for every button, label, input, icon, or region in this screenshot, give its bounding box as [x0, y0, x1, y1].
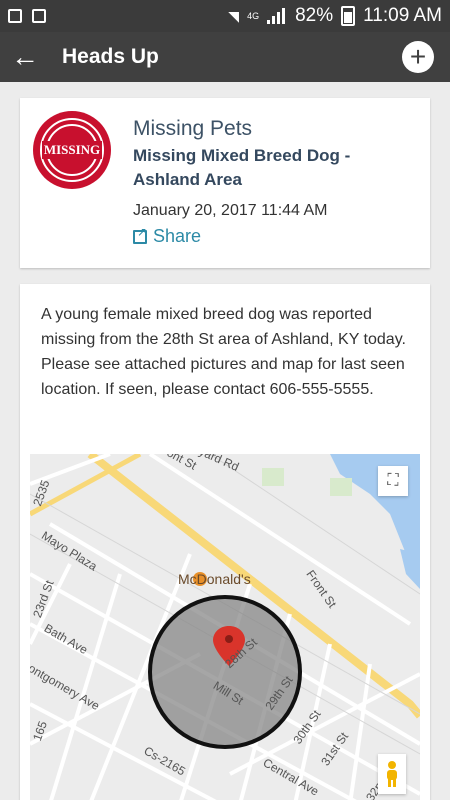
arrow-back-icon[interactable]: ←	[0, 32, 50, 82]
map-canvas	[30, 454, 420, 800]
page-title: Heads Up	[62, 45, 159, 68]
street-view-pegman-icon[interactable]	[378, 754, 406, 794]
map-poi-mcdonalds[interactable]: McDonald's	[178, 571, 251, 587]
share-link[interactable]: Share	[133, 225, 202, 247]
alert-header-card[interactable]: MISSING Missing Pets Missing Mixed Breed…	[20, 98, 430, 268]
network-label: 4G	[247, 11, 260, 21]
plus-icon[interactable]: +	[402, 41, 434, 73]
image-icon	[8, 9, 22, 23]
alert-details-card: A young female mixed breed dog was repor…	[20, 284, 430, 800]
alert-date: January 20, 2017 11:44 AM	[133, 202, 328, 219]
clock: 11:09 AM	[363, 5, 442, 26]
app-bar: ← Heads Up +	[0, 32, 450, 82]
fullscreen-icon[interactable]: ⛶	[378, 466, 408, 496]
location-map[interactable]: ont St yard Rd 2535 Mayo Plaza 23rd St B…	[30, 454, 420, 800]
battery-percent: 82%	[295, 5, 334, 26]
alert-description: A young female mixed breed dog was repor…	[41, 306, 406, 398]
battery-icon	[341, 6, 356, 26]
wifi-icon: ◥	[228, 7, 240, 24]
share-icon	[133, 225, 147, 244]
signal-icon	[267, 8, 287, 24]
alert-title: Missing Mixed Breed Dog - Ashland Area	[133, 146, 351, 189]
alert-category: Missing Pets	[133, 117, 253, 140]
share-label: Share	[153, 226, 202, 246]
email-icon	[32, 9, 46, 23]
status-bar: ◥ 4G 82% 11:09 AM	[0, 0, 450, 32]
missing-logo: MISSING	[33, 111, 111, 189]
